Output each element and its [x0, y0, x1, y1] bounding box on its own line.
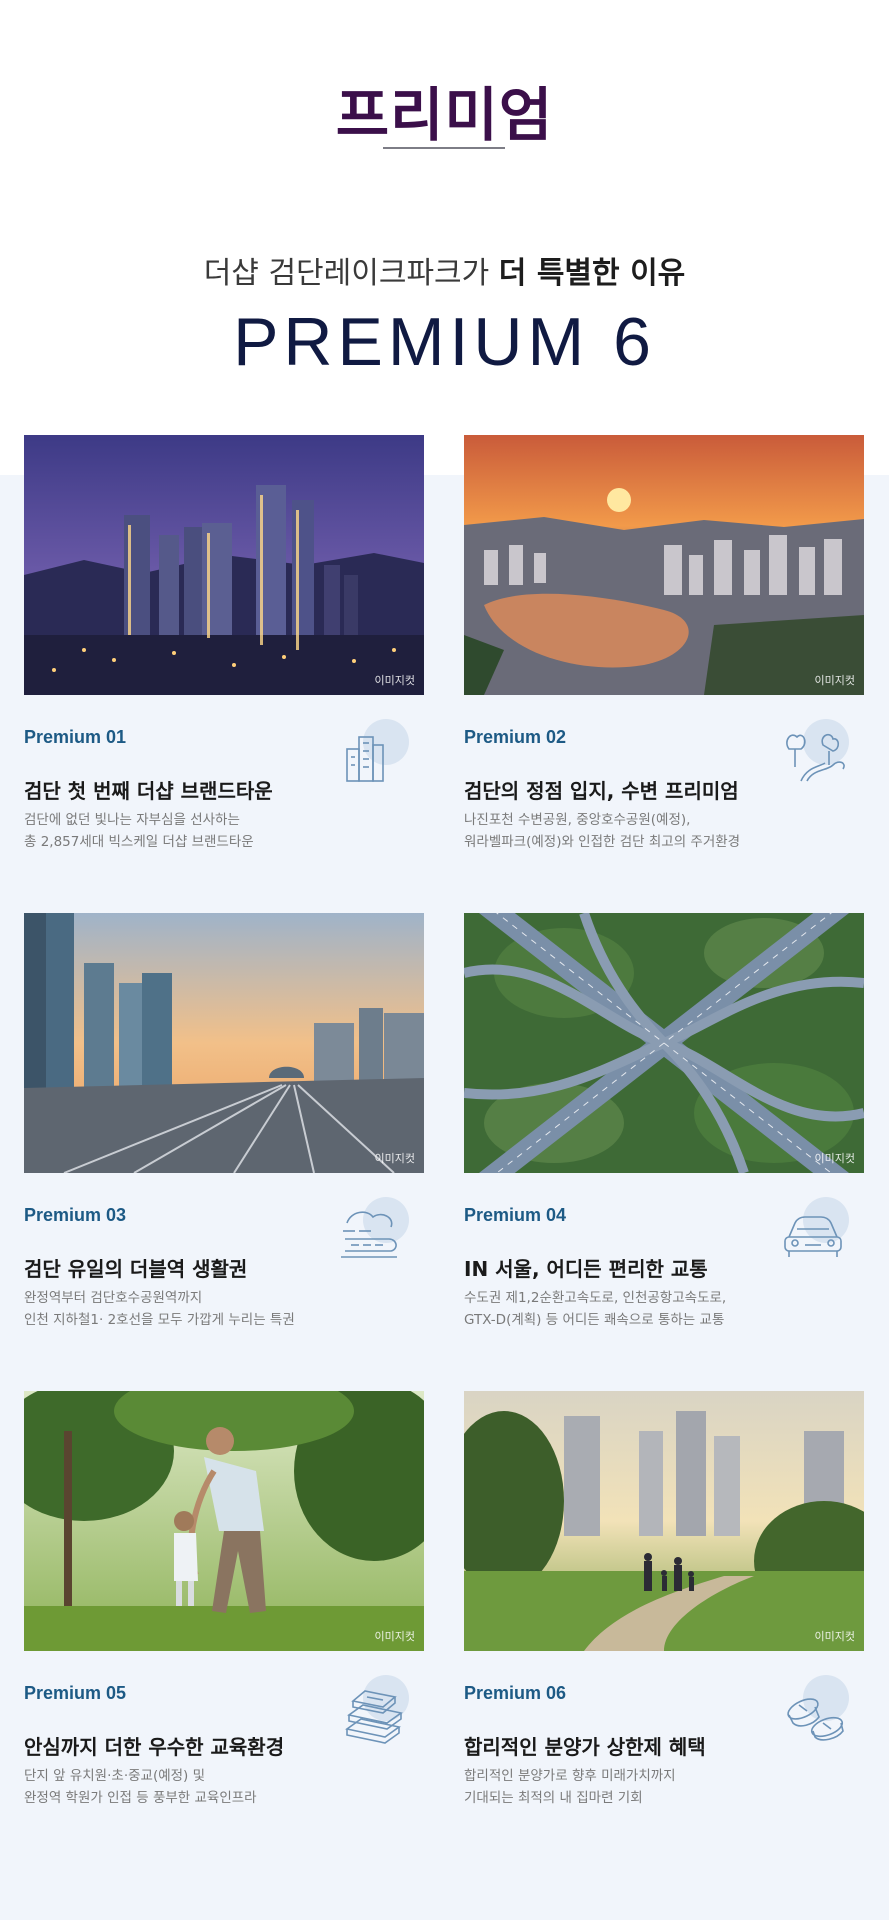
card-title: 검단 유일의 더블역 생활권 — [24, 1257, 248, 1281]
desc-line-2: 완정역 학원가 인접 등 풍부한 교육인프라 — [24, 1790, 257, 1806]
premium-number: Premium 03 — [24, 1205, 127, 1225]
car-icon — [777, 1197, 857, 1267]
title-divider — [383, 147, 505, 149]
park-trees-icon — [777, 719, 857, 789]
desc-line-1: 합리적인 분양가로 향후 미래가치까지 — [464, 1768, 676, 1784]
desc-line-1: 검단에 없던 빛나는 자부심을 선사하는 — [24, 812, 240, 828]
subtitle-normal: 더샵 검단레이크파크가 — [203, 256, 499, 291]
card-title: IN 서울, 어디든 편리한 교통 — [464, 1257, 708, 1281]
highway-interchange-image: 이미지컷 — [464, 913, 864, 1173]
image-watermark: 이미지컷 — [374, 1152, 415, 1165]
desc-line-2: 기대되는 최적의 내 집마련 기회 — [464, 1790, 643, 1806]
night-city-skyline-image: 이미지컷 — [24, 435, 424, 695]
desc-line-1: 나진포천 수변공원, 중앙호수공원(예정), — [464, 812, 691, 828]
premium-number: Premium 04 — [464, 1205, 567, 1225]
image-watermark: 이미지컷 — [374, 674, 415, 687]
desc-line-1: 완정역부터 검단호수공원역까지 — [24, 1290, 203, 1306]
section-subtitle: 더샵 검단레이크파크가 더 특별한 이유 — [0, 248, 889, 292]
premium-number: Premium 01 — [24, 727, 127, 747]
premium-number: Premium 02 — [464, 727, 567, 747]
subway-train-icon — [337, 1197, 417, 1267]
premium-card-06: 이미지컷 Premium 06 합리적인 분양가 상한제 혜택 합리적인 분양가… — [464, 1391, 864, 1806]
card-description: 수도권 제1,2순환고속도로, 인천공항고속도로, GTX-D(계획) 등 어디… — [464, 1287, 864, 1331]
premium-card-02: 이미지컷 Premium 02 검단의 정점 입지, 수변 프리미엄 나진포천 … — [464, 435, 864, 850]
premium-number: Premium 06 — [464, 1683, 567, 1703]
sunset-lake-city-image: 이미지컷 — [464, 435, 864, 695]
card-title: 합리적인 분양가 상한제 혜택 — [464, 1735, 706, 1759]
premium-card-04: 이미지컷 Premium 04 IN 서울, 어디든 편리한 교통 수도권 제1… — [464, 913, 864, 1328]
page-title: 프리미엄 — [335, 81, 554, 149]
premium-heading: PREMIUM 6 — [233, 304, 656, 380]
coins-icon — [777, 1675, 857, 1745]
card-description: 검단에 없던 빛나는 자부심을 선사하는 총 2,857세대 빅스케일 더샵 브… — [24, 809, 424, 853]
books-icon — [337, 1675, 417, 1745]
card-description: 합리적인 분양가로 향후 미래가치까지 기대되는 최적의 내 집마련 기회 — [464, 1765, 864, 1809]
family-park-apartments-image: 이미지컷 — [464, 1391, 864, 1651]
desc-line-2: 워라벨파크(예정)와 인접한 검단 최고의 주거환경 — [464, 834, 741, 850]
card-description: 단지 앞 유치원·초·중교(예정) 및 완정역 학원가 인접 등 풍부한 교육인… — [24, 1765, 424, 1809]
card-description: 완정역부터 검단호수공원역까지 인천 지하철1· 2호선을 모두 가깝게 누리는… — [24, 1287, 424, 1331]
desc-line-2: 인천 지하철1· 2호선을 모두 가깝게 누리는 특권 — [24, 1312, 295, 1328]
railway-station-image: 이미지컷 — [24, 913, 424, 1173]
desc-line-2: 총 2,857세대 빅스케일 더샵 브랜드타운 — [24, 834, 254, 850]
card-title: 검단의 정점 입지, 수변 프리미엄 — [464, 779, 739, 803]
premium-number: Premium 05 — [24, 1683, 127, 1703]
card-title: 안심까지 더한 우수한 교육환경 — [24, 1735, 285, 1759]
desc-line-1: 단지 앞 유치원·초·중교(예정) 및 — [24, 1768, 206, 1784]
image-watermark: 이미지컷 — [814, 1152, 855, 1165]
buildings-icon — [337, 719, 417, 789]
image-watermark: 이미지컷 — [814, 1630, 855, 1643]
card-description: 나진포천 수변공원, 중앙호수공원(예정), 워라벨파크(예정)와 인접한 검단… — [464, 809, 864, 853]
desc-line-2: GTX-D(계획) 등 어디든 쾌속으로 통하는 교통 — [464, 1312, 725, 1328]
premium-card-03: 이미지컷 Premium 03 검단 유일의 더블역 생활권 완정역부터 검단호… — [24, 913, 424, 1328]
image-watermark: 이미지컷 — [814, 674, 855, 687]
subtitle-bold: 더 특별한 이유 — [498, 256, 686, 291]
card-title: 검단 첫 번째 더샵 브랜드타운 — [24, 779, 273, 803]
desc-line-1: 수도권 제1,2순환고속도로, 인천공항고속도로, — [464, 1290, 727, 1306]
premium-card-01: 이미지컷 Premium 01 검단 첫 번째 더샵 브랜드타운 검단에 없던 … — [24, 435, 424, 850]
image-watermark: 이미지컷 — [374, 1630, 415, 1643]
premium-card-05: 이미지컷 Premium 05 안심까지 더한 우수한 교육환경 단지 앞 유치… — [24, 1391, 424, 1806]
father-child-park-image: 이미지컷 — [24, 1391, 424, 1651]
